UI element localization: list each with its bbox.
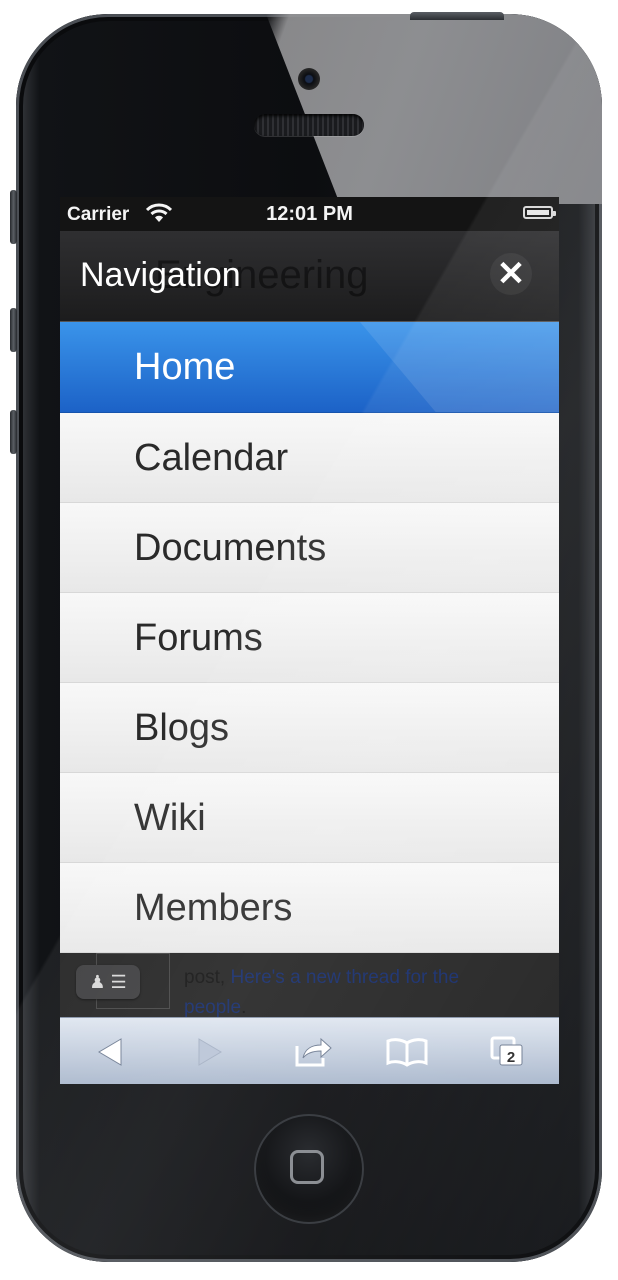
glass-reflection: [266, 14, 602, 204]
bookmarks-icon[interactable]: [382, 1018, 432, 1084]
post-prefix: post,: [184, 967, 231, 988]
navigation-title: Navigation: [80, 256, 241, 294]
menu-item-label: Documents: [134, 527, 327, 569]
home-button[interactable]: [254, 1114, 364, 1224]
status-bar: Carrier 12:01 PM: [60, 197, 559, 231]
menu-item-label: Wiki: [134, 797, 206, 839]
screen: Carrier 12:01 PM Engineering Navigation …: [60, 197, 559, 1084]
post-text: post, Here's a new thread for the people…: [184, 963, 544, 1017]
mute-switch[interactable]: [10, 190, 17, 244]
menu-item-documents[interactable]: Documents: [60, 503, 559, 593]
close-icon[interactable]: ✕: [490, 253, 532, 295]
menu-item-calendar[interactable]: Calendar: [60, 413, 559, 503]
volume-down-button[interactable]: [10, 410, 17, 454]
thread-link-2[interactable]: people: [184, 997, 241, 1017]
thread-link[interactable]: Here's a new thread for the: [230, 967, 459, 988]
navigation-header: Engineering Navigation ✕: [60, 231, 559, 322]
list-icon: ☰: [110, 972, 127, 992]
menu-item-label: Home: [134, 346, 236, 388]
front-camera: [298, 68, 320, 90]
battery-icon: [523, 206, 556, 219]
menu-item-label: Blogs: [134, 707, 230, 749]
home-square-icon: [290, 1150, 324, 1184]
menu-item-blogs[interactable]: Blogs: [60, 683, 559, 773]
earpiece-speaker: [254, 114, 364, 136]
menu-item-home[interactable]: Home: [60, 322, 559, 413]
share-icon[interactable]: [288, 1018, 338, 1084]
menu-item-wiki[interactable]: Wiki: [60, 773, 559, 863]
tabs-count: 2: [507, 1049, 515, 1066]
status-time: 12:01 PM: [266, 203, 353, 225]
menu-item-label: Forums: [134, 617, 263, 659]
forward-icon: [190, 1018, 230, 1084]
menu-item-label: Calendar: [134, 437, 289, 479]
view-toggle[interactable]: ♟ ☰: [76, 965, 140, 999]
user-icon: ♟: [89, 972, 106, 992]
sleep-button[interactable]: [410, 12, 504, 20]
tabs-icon[interactable]: 2: [482, 1018, 532, 1084]
volume-up-button[interactable]: [10, 308, 17, 352]
browser-toolbar: 2: [60, 1017, 559, 1084]
background-page-content: ♟ ☰ post, Here's a new thread for the pe…: [60, 953, 559, 1017]
post-suffix: .: [241, 997, 247, 1017]
menu-item-forums[interactable]: Forums: [60, 593, 559, 683]
back-icon[interactable]: [90, 1018, 130, 1084]
navigation-menu: Home Calendar Documents Forums Blogs Wik…: [60, 322, 559, 953]
menu-item-members[interactable]: Members: [60, 863, 559, 953]
menu-item-label: Members: [134, 887, 293, 929]
